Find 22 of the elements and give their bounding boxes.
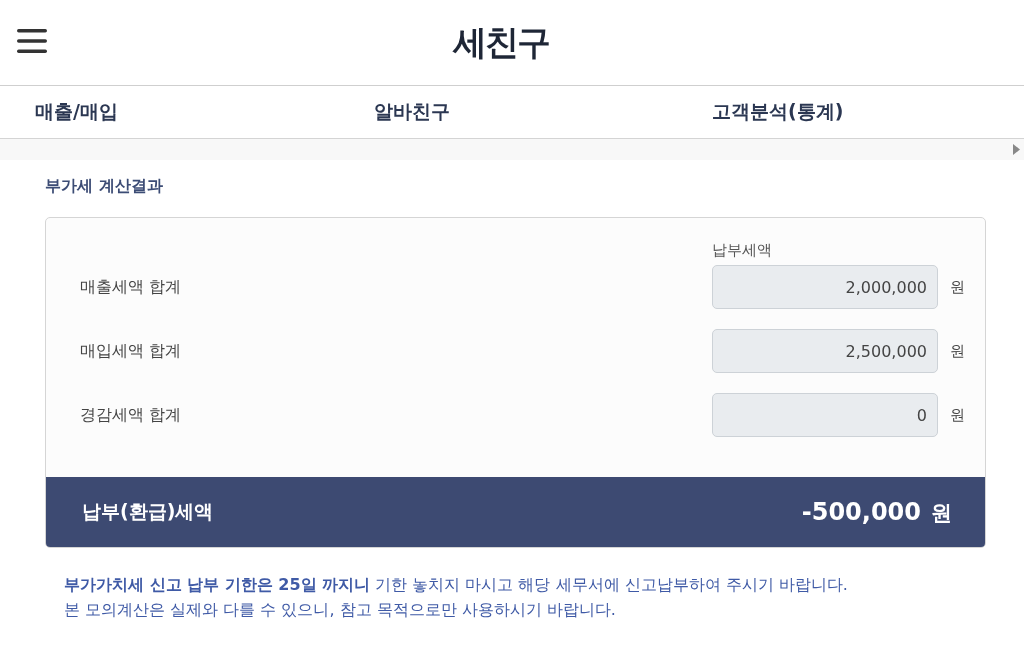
total-value: -500,000 <box>801 497 921 526</box>
notice-text: 본 모의계산은 실제와 다를 수 있으니, 참고 목적으로만 사용하시기 바랍니다. <box>64 599 617 621</box>
unit-label: 원 <box>949 341 966 361</box>
row-label: 매입세액 합계 <box>80 340 183 362</box>
row-label: 매출세액 합계 <box>80 276 183 298</box>
amount-field[interactable]: 2,500,000 <box>712 329 938 373</box>
nav-tab[interactable]: 알바친구 <box>373 93 450 131</box>
unit-label: 원 <box>949 277 966 297</box>
menu-icon[interactable] <box>17 28 47 54</box>
row-label: 경감세액 합계 <box>80 404 183 426</box>
unit-label: 원 <box>949 405 966 425</box>
nav-tab[interactable]: 고객분석(통계) <box>712 93 844 131</box>
notice-text: 부가가치세 신고 납부 기한은 25일 까지니 기한 놓치지 마시고 해당 세무서에 신고납부하여 주시기 바랍니다. <box>64 574 849 596</box>
section-title: 부가세 계산결과 <box>45 175 164 197</box>
total-unit: 원 <box>931 499 952 527</box>
logo[interactable]: 세친구 <box>453 19 549 66</box>
amount-field[interactable]: 0 <box>712 393 938 437</box>
total-label: 납부(환급)세액 <box>82 499 214 524</box>
column-header: 납부세액 <box>712 240 773 260</box>
amount-field[interactable]: 2,000,000 <box>712 265 938 309</box>
nav-tab[interactable]: 매출/매입 <box>35 93 118 131</box>
scroll-right-icon[interactable] <box>1013 144 1020 155</box>
